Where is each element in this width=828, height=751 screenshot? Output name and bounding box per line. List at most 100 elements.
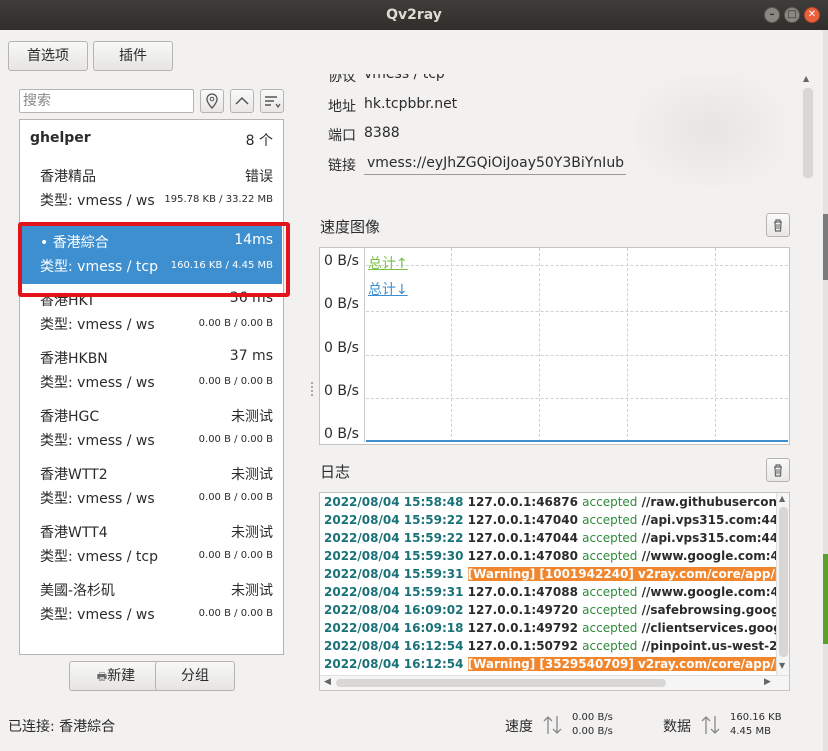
log-line: 2022/08/04 15:59:22 127.0.0.1:47044 acce… (324, 531, 776, 545)
y-tick-label: 0 B/s (324, 340, 359, 356)
collapse-button[interactable] (230, 89, 254, 113)
speed-chart-title: 速度图像 (320, 218, 381, 236)
chevron-up-icon (235, 96, 249, 105)
plugins-button[interactable]: 插件 (93, 41, 173, 71)
edge-mark (823, 554, 828, 644)
log-line-warning: 2022/08/04 15:59:31 [Warning] [100194224… (324, 565, 776, 583)
trash-icon (774, 219, 782, 232)
sort-icon (265, 96, 281, 109)
link-field[interactable]: vmess://eyJhZGQiOiJoay50Y3BiYnIub (364, 153, 626, 175)
server-name: 香港WTT2 (40, 467, 108, 483)
right-edge (823, 30, 828, 751)
scroll-up-icon[interactable]: ▲ (779, 494, 785, 503)
server-status: 错误 (245, 169, 273, 185)
grid-line (366, 398, 788, 399)
list-item[interactable]: 香港HKBN 37 ms 类型: vmess / ws 0.00 B / 0.0… (21, 342, 282, 400)
server-traffic: 195.78 KB / 33.22 MB (164, 194, 273, 205)
new-label: 新建 (107, 668, 136, 684)
server-status: 37 ms (229, 348, 273, 364)
server-name: 香港精品 (40, 169, 96, 185)
grid-line (366, 355, 788, 356)
grid-line (451, 248, 452, 442)
log-line: 2022/08/04 15:59:31 127.0.0.1:47088 acce… (324, 585, 776, 599)
list-item[interactable]: 美國-洛杉矶 未测试 类型: vmess / ws 0.00 B / 0.00 … (21, 574, 282, 632)
port-value: 8388 (364, 125, 400, 141)
selection-highlight-frame (18, 222, 290, 297)
server-type: 类型: vmess / ws (40, 375, 155, 391)
locate-button[interactable] (200, 89, 224, 113)
y-tick-label: 0 B/s (324, 426, 359, 442)
maximize-icon[interactable]: □ (784, 7, 800, 23)
clear-log-button[interactable] (766, 458, 790, 482)
grid-line (366, 265, 788, 266)
list-item[interactable]: 香港WTT4 未测试 类型: vmess / tcp 0.00 B / 0.00… (21, 516, 282, 574)
connection-status: 已连接: 香港綜合 (8, 719, 116, 735)
server-type: 类型: vmess / ws (40, 433, 155, 449)
scrollbar-thumb[interactable] (803, 88, 813, 178)
trash-icon (774, 464, 782, 477)
server-status: 未测试 (231, 583, 273, 599)
log-line: 2022/08/04 16:12:54 127.0.0.1:50792 acce… (324, 639, 776, 653)
server-list[interactable]: ghelper 8 个 香港精品 错误 类型: vmess / ws 195.7… (19, 119, 284, 655)
clear-chart-button[interactable] (766, 213, 790, 237)
edge-mark (823, 214, 828, 280)
speed-down-value: 0.00 B/s (572, 726, 613, 737)
data-up-value: 160.16 KB (730, 712, 782, 723)
window-title: Qv2ray (386, 7, 442, 23)
log-line: 2022/08/04 15:59:22 127.0.0.1:47040 acce… (324, 513, 776, 527)
server-type: 类型: vmess / tcp (40, 549, 158, 565)
close-icon[interactable]: ✕ (804, 7, 820, 23)
search-input[interactable]: 搜索 (19, 89, 194, 113)
log-view[interactable]: 2022/08/04 15:58:48 127.0.0.1:46876 acce… (319, 492, 790, 691)
log-vertical-scrollbar[interactable]: ▲ ▼ (776, 493, 789, 675)
scroll-right-icon[interactable]: ▶ (764, 677, 771, 687)
new-server-button[interactable]: 🖶新建 (69, 661, 163, 691)
list-item[interactable]: 香港HGC 未测试 类型: vmess / ws 0.00 B / 0.00 B (21, 400, 282, 458)
server-type: 类型: vmess / ws (40, 193, 155, 209)
scroll-up-icon[interactable]: ▲ (803, 74, 813, 84)
server-type: 类型: vmess / ws (40, 317, 155, 333)
server-type: 类型: vmess / ws (40, 491, 155, 507)
server-status: 未测试 (231, 467, 273, 483)
server-traffic: 0.00 B / 0.00 B (198, 608, 273, 619)
location-pin-icon (206, 93, 218, 109)
group-count: 8 个 (245, 133, 273, 149)
log-horizontal-scrollbar[interactable]: ◀ ▶ (320, 675, 789, 690)
address-label: 地址 (328, 99, 356, 115)
server-traffic: 0.00 B / 0.00 B (198, 376, 273, 387)
server-name: 香港HKBN (40, 351, 108, 367)
speed-up-value: 0.00 B/s (572, 712, 613, 723)
scrollbar-thumb[interactable] (779, 507, 788, 657)
data-down-value: 4.45 MB (730, 726, 771, 737)
server-name: 香港WTT4 (40, 525, 108, 541)
server-traffic: 0.00 B / 0.00 B (198, 318, 273, 329)
scrollbar-thumb[interactable] (336, 679, 666, 687)
grid-line (539, 248, 540, 442)
splitter-handle[interactable] (311, 382, 313, 396)
transfer-arrows-icon (701, 716, 720, 734)
preferences-button[interactable]: 首选项 (8, 41, 88, 71)
minimize-icon[interactable]: – (764, 7, 780, 23)
legend-total-down: 总计↓ (368, 282, 408, 298)
log-line: 2022/08/04 15:58:48 127.0.0.1:46876 acce… (324, 495, 776, 509)
legend-total-up: 总计↑ (368, 256, 408, 272)
address-value: hk.tcpbbr.net (364, 96, 458, 112)
scroll-down-icon[interactable]: ▼ (779, 661, 785, 670)
server-traffic: 0.00 B / 0.00 B (198, 492, 273, 503)
server-traffic: 0.00 B / 0.00 B (198, 550, 273, 561)
grid-line (366, 311, 788, 312)
qr-code-blurred (635, 74, 785, 186)
y-axis (364, 248, 365, 442)
link-label: 链接 (328, 158, 356, 174)
port-label: 端口 (328, 128, 356, 144)
list-item[interactable]: 香港WTT2 未测试 类型: vmess / ws 0.00 B / 0.00 … (21, 458, 282, 516)
scroll-left-icon[interactable]: ◀ (324, 677, 331, 687)
y-tick-label: 0 B/s (324, 253, 359, 269)
log-line-warning: 2022/08/04 16:12:54 [Warning] [352954070… (324, 655, 776, 673)
protocol-label: 协议 (328, 74, 356, 85)
server-type: 类型: vmess / ws (40, 607, 155, 623)
list-item[interactable]: 香港精品 错误 类型: vmess / ws 195.78 KB / 33.22… (21, 160, 282, 218)
main-scrollbar[interactable]: ▲ (802, 74, 814, 694)
group-button[interactable]: 分组 (155, 661, 235, 691)
sort-button[interactable] (260, 89, 284, 113)
